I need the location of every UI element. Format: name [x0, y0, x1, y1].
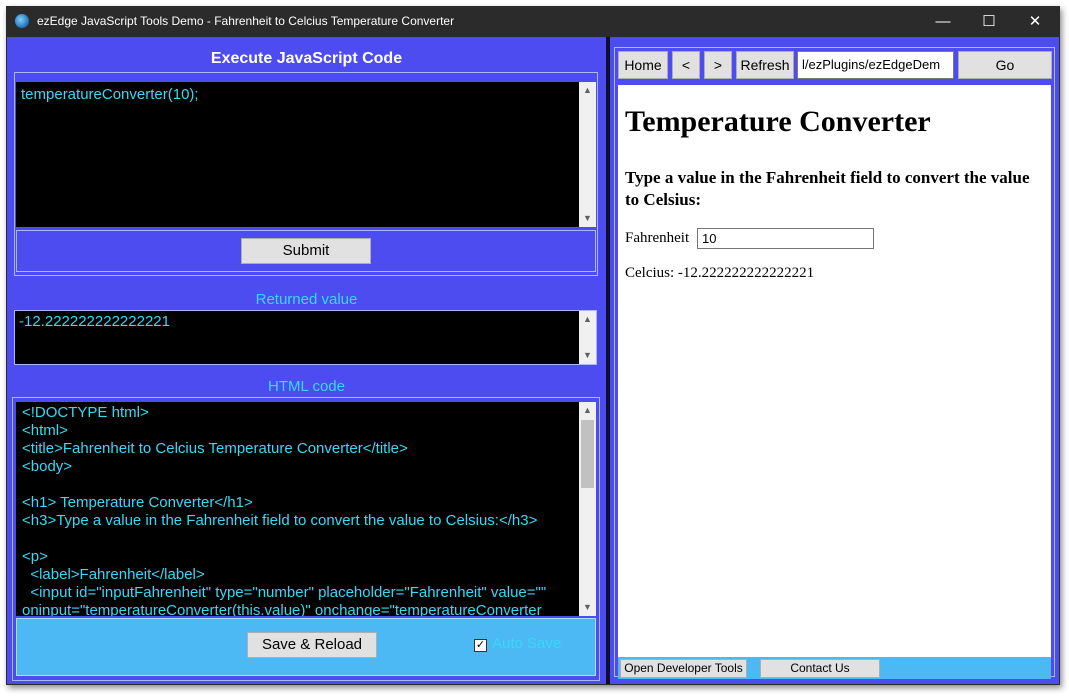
html-code-line: <p> [22, 548, 48, 565]
close-icon[interactable]: ✕ [1012, 7, 1058, 37]
submit-button[interactable]: Submit [241, 238, 371, 264]
minimize-icon[interactable]: — [920, 7, 966, 37]
returned-value-box: -12.222222222222221 ▲ ▼ [14, 310, 597, 365]
app-logo-icon [15, 14, 29, 28]
page-subheading: Type a value in the Fahrenheit field to … [625, 168, 1030, 209]
go-button[interactable]: Go [958, 51, 1052, 79]
maximize-icon[interactable]: ☐ [966, 7, 1012, 37]
fahrenheit-input[interactable]: 10 [697, 228, 874, 249]
home-button[interactable]: Home [618, 51, 668, 79]
scroll-up-icon[interactable]: ▲ [579, 311, 596, 328]
auto-save-label: Auto Save [492, 635, 562, 652]
html-code-line: <input id="inputFahrenheit" type="number… [22, 584, 547, 601]
browser-pane: Home < > Refresh l/ezPlugins/ezEdgeDem G… [610, 37, 1059, 684]
window-title: ezEdge JavaScript Tools Demo - Fahrenhei… [37, 14, 455, 28]
title-bar: ezEdge JavaScript Tools Demo - Fahrenhei… [7, 7, 1059, 37]
forward-button[interactable]: > [704, 51, 732, 79]
auto-save-checkbox[interactable]: ✓ [474, 639, 487, 652]
html-code-line: oninput="temperatureConverter(this.value… [22, 602, 542, 616]
scroll-down-icon[interactable]: ▼ [579, 210, 596, 227]
browser-footer: Open Developer Tools Contact Us [618, 657, 1051, 679]
scroll-thumb[interactable] [581, 420, 594, 488]
scroll-up-icon[interactable]: ▲ [579, 82, 596, 99]
scroll-up-icon[interactable]: ▲ [579, 402, 596, 419]
html-code-line [22, 476, 576, 494]
back-button[interactable]: < [672, 51, 700, 79]
html-code-text: <!DOCTYPE html> <html> <title>Fahrenheit t… [22, 404, 576, 616]
execute-heading: Execute JavaScript Code [210, 50, 403, 67]
fahrenheit-label: Fahrenheit [625, 230, 690, 246]
html-code-label: HTML code [268, 378, 345, 395]
returned-value-label: Returned value [255, 291, 358, 308]
javascript-tools-pane: Execute JavaScript Code temperatureConve… [7, 37, 606, 684]
open-developer-tools-button[interactable]: Open Developer Tools [620, 659, 747, 678]
celsius-result: Celcius: -12.222222222222221 [625, 265, 815, 281]
html-code-line [22, 530, 576, 548]
returned-value-scrollbar[interactable]: ▲ ▼ [579, 311, 596, 364]
returned-value-text: -12.222222222222221 [19, 313, 170, 330]
scroll-down-icon[interactable]: ▼ [579, 599, 596, 616]
html-code-line: <label>Fahrenheit</label> [22, 566, 205, 583]
app-window: ezEdge JavaScript Tools Demo - Fahrenhei… [6, 6, 1060, 685]
html-code-editor[interactable]: <!DOCTYPE html> <html> <title>Fahrenheit t… [16, 402, 596, 616]
page-heading: Temperature Converter [625, 105, 931, 138]
save-reload-button[interactable]: Save & Reload [247, 632, 377, 658]
refresh-button[interactable]: Refresh [736, 51, 794, 79]
code-input-scrollbar[interactable]: ▲ ▼ [579, 82, 596, 227]
code-input-text: temperatureConverter(10); [21, 86, 199, 103]
html-code-line: <html> [22, 422, 68, 439]
html-code-line: <h1> Temperature Converter</h1> [22, 494, 253, 511]
html-code-scrollbar[interactable]: ▲ ▼ [579, 402, 596, 616]
web-view[interactable]: Temperature Converter Type a value in th… [618, 85, 1051, 657]
html-code-line: <title>Fahrenheit to Celcius Temperature… [22, 440, 408, 457]
html-code-line: <h3>Type a value in the Fahrenheit field… [22, 512, 538, 529]
html-code-line: <!DOCTYPE html> [22, 404, 149, 421]
html-code-line: <body> [22, 458, 73, 475]
url-input[interactable]: l/ezPlugins/ezEdgeDem [797, 51, 954, 79]
javascript-code-input[interactable]: temperatureConverter(10); ▲ ▼ [16, 82, 596, 227]
contact-us-button[interactable]: Contact Us [760, 659, 880, 678]
scroll-down-icon[interactable]: ▼ [579, 347, 596, 364]
